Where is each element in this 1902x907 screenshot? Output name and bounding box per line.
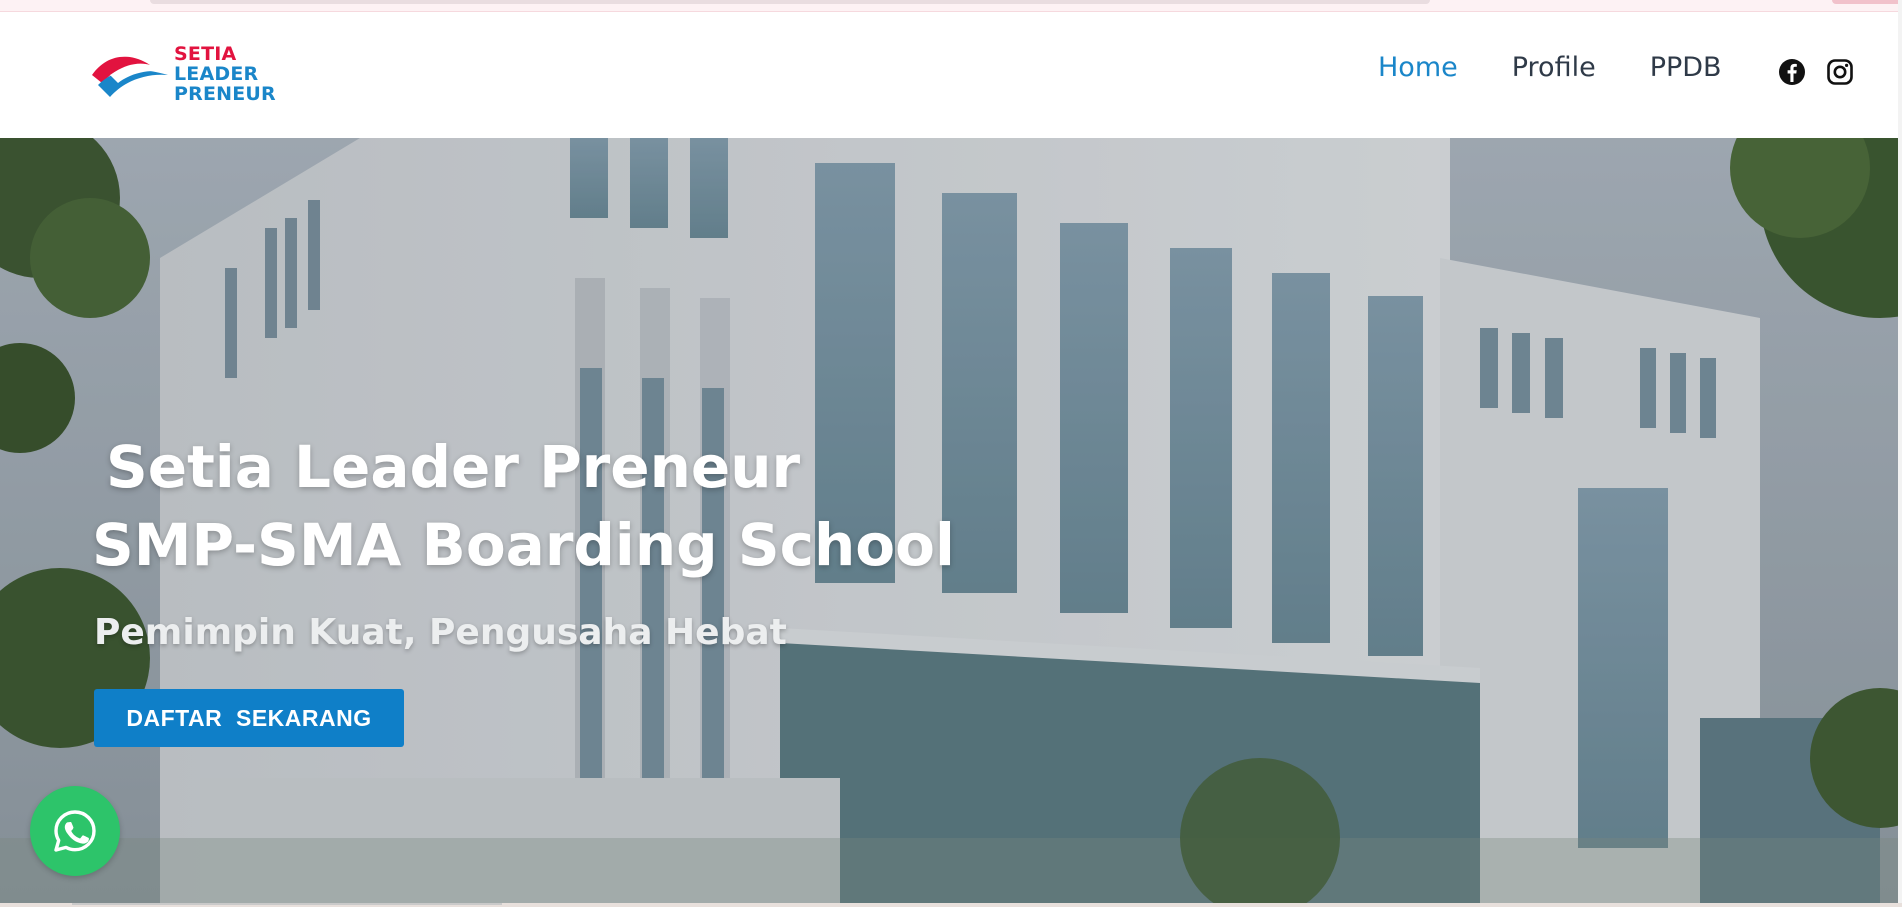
facebook-icon[interactable]	[1778, 58, 1806, 86]
site-header: SETIA LEADER PRENEUR Home Profile PPDB	[0, 12, 1902, 138]
hero-section: Setia Leader Preneur SMP-SMA Boarding Sc…	[0, 138, 1898, 906]
top-strip-accent	[1832, 0, 1902, 4]
main-nav: Home Profile PPDB	[1378, 52, 1776, 83]
nav-item-ppdb[interactable]: PPDB	[1650, 52, 1722, 83]
logo-text: SETIA LEADER PRENEUR	[174, 44, 276, 104]
hero-subtitle: Pemimpin Kuat, Pengusaha Hebat	[94, 612, 787, 653]
hero-title: Setia Leader Preneur SMP-SMA Boarding Sc…	[92, 428, 955, 584]
nav-item-home[interactable]: Home	[1378, 52, 1458, 83]
hero-title-line2: SMP-SMA Boarding School	[92, 511, 955, 579]
nav-item-profile[interactable]: Profile	[1512, 52, 1596, 83]
hero-title-line1: Setia Leader Preneur	[106, 433, 801, 501]
top-strip	[0, 0, 1902, 12]
logo-line-leader: LEADER	[174, 63, 259, 85]
bottom-edge-segment	[72, 903, 502, 905]
daftar-sekarang-button[interactable]: DAFTAR SEKARANG	[94, 689, 404, 747]
page-scrollbar[interactable]	[1898, 0, 1902, 907]
top-strip-bar	[150, 0, 1430, 4]
logo-line-setia: SETIA	[174, 43, 237, 65]
whatsapp-icon	[54, 810, 96, 852]
logo-wave-icon	[92, 56, 168, 97]
site-logo[interactable]: SETIA LEADER PRENEUR	[88, 38, 276, 110]
bottom-edge	[0, 903, 1902, 907]
logo-line-preneur: PRENEUR	[174, 83, 276, 105]
instagram-icon[interactable]	[1826, 58, 1854, 86]
whatsapp-button[interactable]	[30, 786, 120, 876]
social-links	[1778, 58, 1854, 86]
